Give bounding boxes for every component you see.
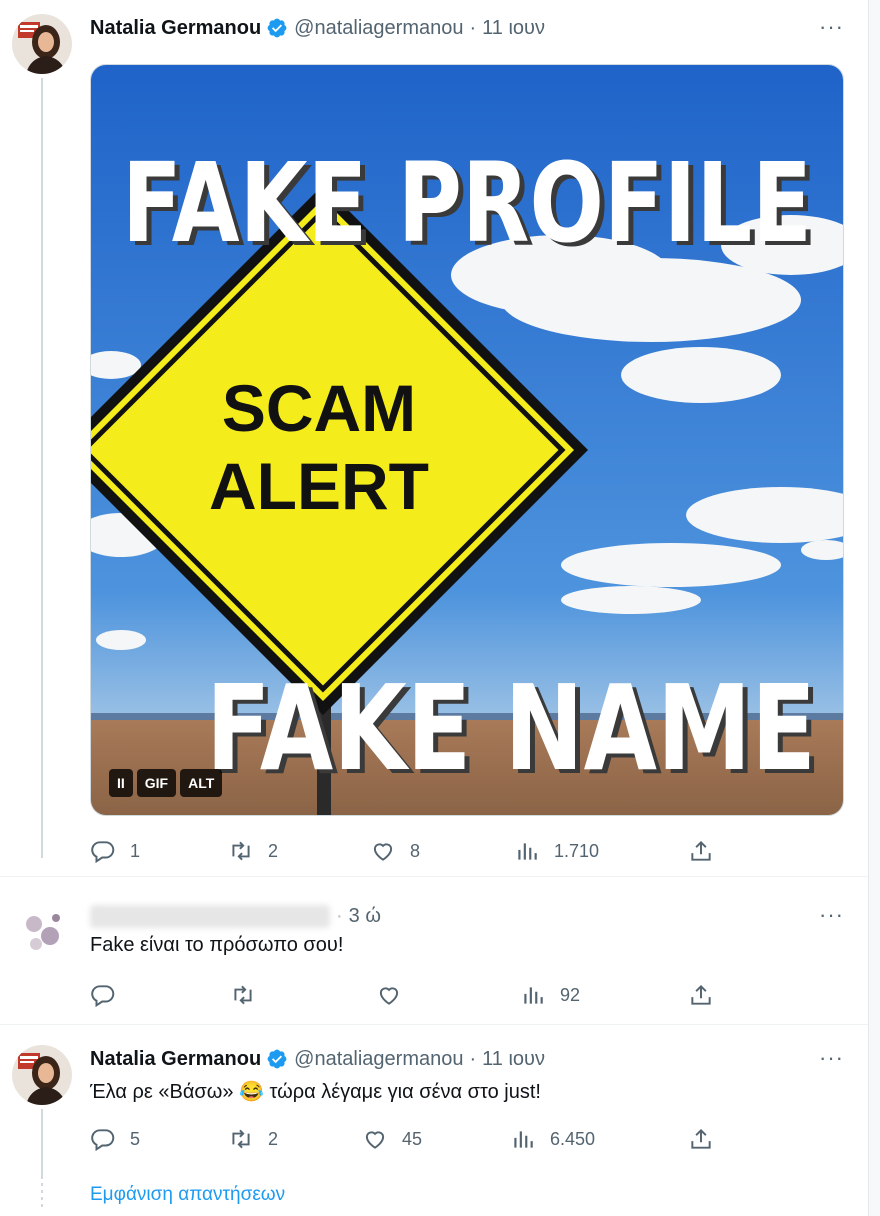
headline-top: FAKE PROFILE xyxy=(122,139,812,267)
share-icon xyxy=(691,984,711,1005)
retweet-button[interactable]: 2 xyxy=(228,836,278,866)
views-button[interactable]: 6.450 xyxy=(510,1124,595,1154)
share-button[interactable] xyxy=(688,836,714,866)
verified-badge-icon xyxy=(266,1048,288,1070)
like-button[interactable] xyxy=(376,980,402,1010)
tweet-original[interactable]: Natalia Germanou @nataliagermanou · 11 ι… xyxy=(0,14,868,874)
tweet-date[interactable]: 11 ιουν xyxy=(482,1048,545,1071)
separator: · xyxy=(469,1047,477,1070)
tweet-text: Έλα ρε «Βάσω» 😂 τώρα λέγαμε για σένα στο… xyxy=(90,1081,541,1103)
reply-icon xyxy=(91,841,115,864)
views-icon xyxy=(514,1131,533,1148)
tweet-header: · 3 ώ xyxy=(90,902,381,930)
like-count: 8 xyxy=(410,840,421,861)
views-count: 1.710 xyxy=(554,840,600,861)
views-count: 92 xyxy=(560,984,581,1005)
sign-text-line2: ALERT xyxy=(209,449,429,523)
share-icon xyxy=(691,840,711,861)
verified-badge-icon xyxy=(266,17,288,39)
media-badges: II GIF ALT xyxy=(109,769,223,797)
reply-count: 5 xyxy=(130,1128,141,1149)
reply-button[interactable] xyxy=(90,980,116,1010)
reply-count: 1 xyxy=(130,840,141,861)
headline-bottom: FAKE NAME xyxy=(206,659,816,797)
avatar[interactable] xyxy=(12,902,72,962)
views-button[interactable]: 1.710 xyxy=(514,836,599,866)
divider xyxy=(0,1024,868,1025)
reply-icon xyxy=(91,1129,115,1152)
retweet-button[interactable] xyxy=(230,980,256,1010)
more-options-icon[interactable]: ··· xyxy=(819,14,844,40)
show-replies-link[interactable]: Εμφάνιση απαντήσεων xyxy=(90,1184,285,1206)
reply-button[interactable]: 1 xyxy=(90,836,140,866)
like-count: 45 xyxy=(402,1128,423,1149)
separator: · xyxy=(336,904,343,927)
more-options-icon[interactable]: ··· xyxy=(819,1045,844,1071)
retweet-icon xyxy=(232,1129,250,1149)
thread-line xyxy=(41,1109,43,1179)
gif-frame: SCAM ALERT FAKE PROFILE FAKE PROFILE FAK… xyxy=(91,65,843,815)
retweet-count: 2 xyxy=(268,840,279,861)
views-button[interactable]: 92 xyxy=(520,980,580,1010)
tweet-actions: 92 xyxy=(90,980,850,1010)
avatar[interactable] xyxy=(12,14,72,74)
pause-button[interactable]: II xyxy=(109,769,133,797)
tweet-actions: 1 2 8 1.710 xyxy=(90,836,850,866)
views-icon xyxy=(524,987,543,1004)
tweet-author-reply[interactable]: Natalia Germanou @nataliagermanou · 11 ι… xyxy=(0,1045,868,1207)
tweet-time[interactable]: 3 ώ xyxy=(349,905,381,928)
retweet-count: 2 xyxy=(268,1128,279,1149)
thread-line xyxy=(41,78,43,858)
alt-text-button[interactable]: ALT xyxy=(180,769,223,797)
tweet-date[interactable]: 11 ιουν xyxy=(482,17,545,40)
share-button[interactable] xyxy=(688,980,714,1010)
heart-icon xyxy=(379,987,399,1005)
thread-dots xyxy=(41,1183,43,1207)
tweet-actions: 5 2 45 6.450 xyxy=(90,1124,850,1154)
more-options-icon[interactable]: ··· xyxy=(819,902,844,928)
tweet-header: Natalia Germanou @nataliagermanou · 11 ι… xyxy=(90,14,545,42)
tweet-reply[interactable]: · 3 ώ ··· Fake είναι το πρόσωπο σου! 92 xyxy=(0,902,868,1022)
views-count: 6.450 xyxy=(550,1128,596,1149)
retweet-button[interactable]: 2 xyxy=(228,1124,278,1154)
views-icon xyxy=(518,843,537,860)
author-name[interactable]: Natalia Germanou xyxy=(90,1048,261,1071)
reply-icon xyxy=(91,985,115,1008)
heart-icon xyxy=(373,843,393,861)
retweet-icon xyxy=(234,985,252,1005)
tweet-text: Fake είναι το πρόσωπο σου! xyxy=(90,934,344,956)
tweet-media-gif[interactable]: SCAM ALERT FAKE PROFILE FAKE PROFILE FAK… xyxy=(90,64,844,816)
sign-text-line1: SCAM xyxy=(222,371,416,445)
avatar[interactable] xyxy=(12,1045,72,1105)
author-name[interactable]: Natalia Germanou xyxy=(90,17,261,40)
author-handle[interactable]: @nataliagermanou xyxy=(294,1048,463,1071)
retweet-icon xyxy=(232,841,250,861)
like-button[interactable]: 8 xyxy=(370,836,420,866)
author-handle[interactable]: @nataliagermanou xyxy=(294,17,463,40)
scrollbar-track[interactable] xyxy=(868,0,880,1216)
gif-badge: GIF xyxy=(136,769,177,797)
separator: · xyxy=(469,16,477,39)
reply-button[interactable]: 5 xyxy=(90,1124,140,1154)
tweet-header: Natalia Germanou @nataliagermanou · 11 ι… xyxy=(90,1045,545,1073)
author-name-blurred[interactable] xyxy=(90,904,330,928)
share-icon xyxy=(691,1128,711,1149)
heart-icon xyxy=(365,1131,385,1149)
like-button[interactable]: 45 xyxy=(362,1124,422,1154)
divider xyxy=(0,876,868,877)
share-button[interactable] xyxy=(688,1124,714,1154)
